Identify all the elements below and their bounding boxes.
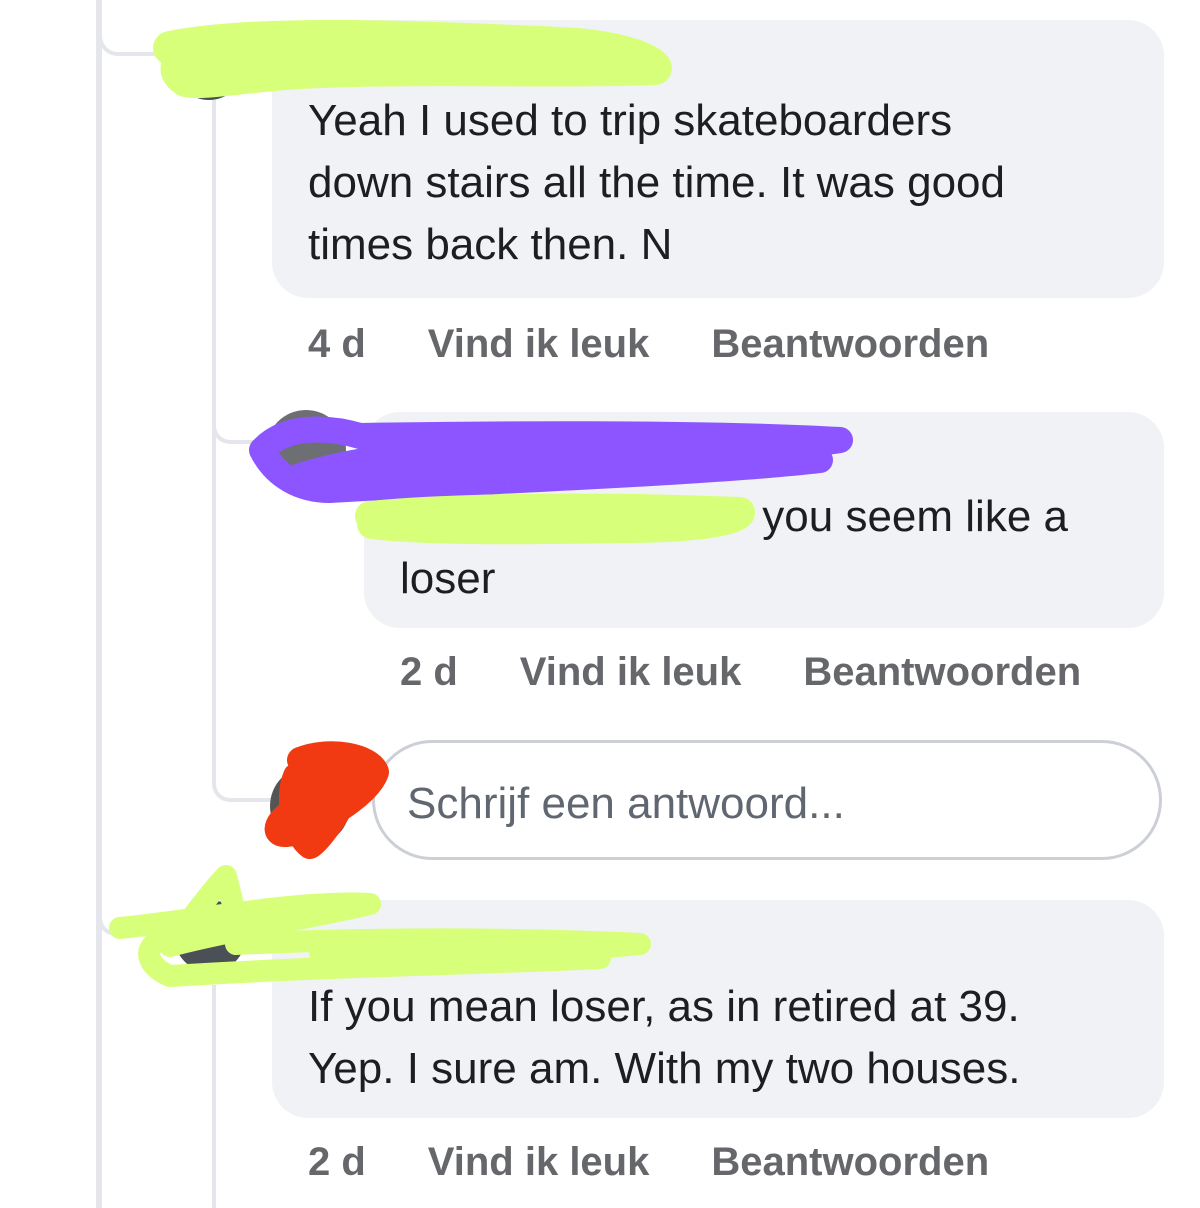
redaction-scribble: [355, 493, 755, 545]
redaction-scribble: [109, 865, 651, 987]
redaction-scribble: [264, 741, 389, 859]
redaction-scribble: [249, 416, 853, 503]
redaction-scribble: [153, 19, 672, 99]
redaction-overlay: [109, 19, 853, 987]
